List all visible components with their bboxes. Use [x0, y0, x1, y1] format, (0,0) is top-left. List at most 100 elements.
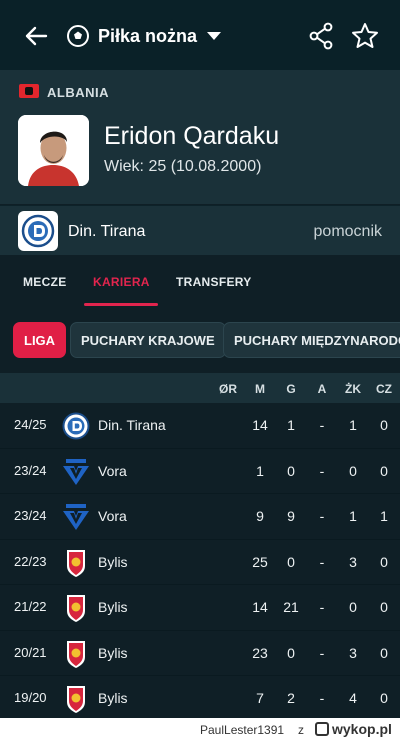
season: 23/24 — [14, 462, 47, 478]
dinamo-tirana-crest-icon — [18, 211, 58, 251]
assists: - — [319, 417, 325, 433]
chevron-down-icon — [207, 32, 222, 40]
table-row[interactable]: 23/24 Vora 1 0 - 0 0 — [0, 448, 400, 494]
goals: 9 — [287, 508, 295, 524]
club-name: Vora — [98, 462, 127, 479]
header-matches: M — [255, 382, 265, 396]
table-row[interactable]: 19/20 Bylis 7 2 - 4 0 — [0, 676, 400, 722]
assists: - — [319, 508, 325, 524]
table-row[interactable]: 24/25 Din. Tirana 14 1 - 1 0 — [0, 403, 400, 449]
tab-transfers[interactable]: TRANSFERY — [176, 275, 252, 289]
chip-international-cups[interactable]: PUCHARY MIĘDZYNARODOWE — [223, 322, 400, 358]
table-row[interactable]: 22/23 Bylis 25 0 - 3 0 — [0, 539, 400, 585]
bylis-crest-icon — [67, 640, 85, 668]
season: 22/23 — [14, 553, 47, 569]
dinamo-crest-icon — [62, 412, 90, 440]
red-cards: 0 — [380, 690, 388, 706]
red-cards: 0 — [380, 462, 388, 479]
red-cards: 0 — [380, 644, 388, 661]
favorite-star-icon[interactable] — [350, 21, 380, 51]
player-photo — [18, 115, 89, 186]
matches: 25 — [252, 553, 268, 570]
season: 19/20 — [14, 690, 47, 705]
vora-crest-icon — [63, 458, 89, 485]
player-header: ALBANIA Eridon Qardaku Wiek: 25 (10.08.2… — [0, 70, 400, 204]
assists: - — [319, 599, 325, 615]
vora-crest-icon — [63, 504, 89, 530]
player-position: pomocnik — [313, 223, 382, 240]
sport-selector[interactable]: Piłka nożna — [66, 22, 222, 50]
red-cards: 0 — [380, 417, 388, 433]
club-name: Bylis — [98, 599, 128, 615]
season: 23/24 — [14, 508, 47, 523]
season: 21/22 — [14, 599, 47, 614]
assists: - — [319, 644, 325, 661]
chip-domestic-cups[interactable]: PUCHARY KRAJOWE — [70, 322, 226, 358]
yellow-cards: 4 — [349, 690, 357, 706]
bylis-crest-icon — [67, 595, 85, 622]
header-yellow-cards: ŻK — [345, 382, 361, 396]
albania-flag-icon — [19, 84, 39, 98]
wykop-icon — [315, 722, 329, 736]
player-name: Eridon Qardaku — [104, 122, 280, 150]
goals: 0 — [287, 553, 295, 570]
bylis-crest-icon — [67, 686, 85, 713]
club-name: Din. Tirana — [98, 417, 166, 433]
header-assists: A — [317, 382, 327, 396]
tab-career[interactable]: KARIERA — [93, 275, 150, 289]
header-goals: G — [286, 382, 296, 396]
red-cards: 0 — [380, 599, 388, 615]
goals: 21 — [283, 599, 299, 615]
club-name: Bylis — [98, 644, 128, 661]
table-row[interactable]: 21/22 Bylis 14 21 - 0 0 — [0, 585, 400, 631]
yellow-cards: 0 — [349, 599, 357, 615]
header-rating: ØR — [219, 382, 237, 396]
back-arrow-icon[interactable] — [22, 22, 50, 50]
matches: 7 — [256, 690, 264, 706]
club-name: Bylis — [98, 690, 128, 706]
assists: - — [319, 462, 325, 479]
header-red-cards: CZ — [376, 382, 392, 396]
player-age: Wiek: 25 (10.08.2000) — [104, 158, 262, 175]
season: 20/21 — [14, 644, 47, 660]
matches: 14 — [252, 417, 268, 433]
stats-table-header: ØR M G A ŻK CZ — [0, 373, 400, 403]
red-cards: 0 — [380, 553, 388, 570]
player-country: ALBANIA — [47, 85, 109, 100]
goals: 2 — [287, 690, 295, 706]
chip-league[interactable]: LIGA — [13, 322, 67, 358]
matches: 9 — [256, 508, 264, 524]
watermark-footer: PaulLester1391 z wykop.pl — [0, 718, 400, 741]
yellow-cards: 0 — [349, 462, 357, 479]
club-name: Bylis — [98, 553, 128, 570]
goals: 1 — [287, 417, 295, 433]
assists: - — [319, 690, 325, 706]
active-tab-indicator — [84, 303, 158, 306]
soccer-ball-icon — [67, 25, 89, 47]
matches: 23 — [252, 644, 268, 661]
table-row[interactable]: 20/21 Bylis 23 0 - 3 0 — [0, 630, 400, 676]
top-bar: Piłka nożna — [0, 0, 400, 70]
tab-matches[interactable]: MECZE — [23, 275, 67, 289]
team-name: Din. Tirana — [68, 223, 146, 240]
share-icon[interactable] — [308, 22, 334, 50]
table-row[interactable]: 23/24 Vora 9 9 - 1 1 — [0, 494, 400, 540]
wykop-site: wykop.pl — [332, 721, 392, 737]
tab-bar: MECZE KARIERA TRANSFERY — [0, 255, 400, 307]
yellow-cards: 3 — [349, 644, 357, 661]
sport-title: Piłka nożna — [98, 25, 198, 46]
competition-filter: LIGA PUCHARY KRAJOWE PUCHARY MIĘDZYNAROD… — [0, 307, 400, 373]
red-cards: 1 — [380, 508, 388, 524]
yellow-cards: 3 — [349, 553, 357, 570]
stats-table-body: 24/25 Din. Tirana 14 1 - 1 0 23/24 Vora … — [0, 403, 400, 722]
watermark-user: PaulLester1391 — [200, 723, 285, 737]
wykop-logo: wykop.pl — [315, 721, 392, 737]
assists: - — [319, 553, 325, 570]
matches: 1 — [256, 462, 264, 479]
matches: 14 — [252, 599, 268, 615]
yellow-cards: 1 — [349, 417, 357, 433]
team-row[interactable]: Din. Tirana pomocnik — [0, 205, 400, 255]
bylis-crest-icon — [67, 549, 85, 577]
watermark-separator: z — [298, 723, 304, 737]
club-name: Vora — [98, 508, 127, 524]
